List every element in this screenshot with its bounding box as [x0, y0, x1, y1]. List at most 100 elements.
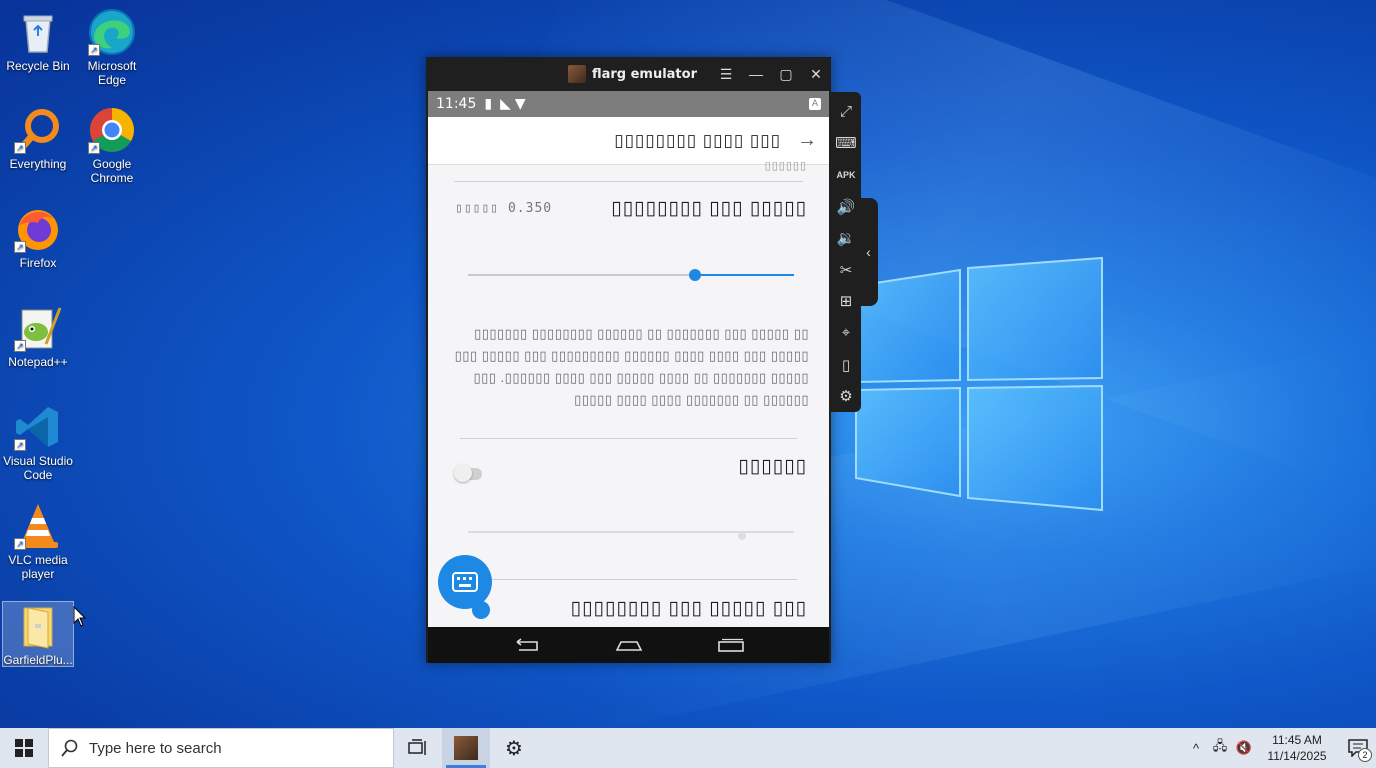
task-view-button[interactable] — [394, 728, 442, 768]
divider — [460, 438, 797, 439]
desktop-icon-label: Notepad++ — [8, 355, 68, 369]
emulator-logo-icon — [567, 65, 586, 83]
volume-up-icon[interactable]: 🔊 — [831, 191, 861, 223]
emulator-window[interactable]: flarg emulator ☰ — ▢ ✕ 11:45 ▮ ◣ ▼ A ▯▯▯… — [426, 57, 831, 663]
chrome-icon: ↗ — [88, 106, 136, 154]
settings-content[interactable]: ▯▯▯▯▯▯ ▯▯▯▯▯ 0.350 ▯▯▯▯▯▯▯▯ ▯▯▯ ▯▯▯▯▯ ▯▯… — [428, 160, 829, 627]
keyboard-icon[interactable]: ⌨ — [831, 128, 861, 160]
taskbar-emulator-app[interactable] — [442, 728, 490, 768]
network-icon[interactable]: 🖧 — [1208, 728, 1232, 768]
setting1-slider-fill — [695, 274, 794, 276]
desktop-icon-garfield-folder[interactable]: GarfieldPlu... — [2, 601, 74, 667]
setting1-slider-thumb[interactable] — [689, 269, 701, 281]
sidebar-collapse-chevron-icon[interactable]: ‹ — [859, 198, 878, 306]
desktop-icon-label: Google Chrome — [90, 157, 134, 185]
shortcut-arrow-icon: ↗ — [14, 340, 26, 352]
search-icon — [61, 739, 78, 757]
keyboard-icon — [452, 572, 478, 592]
notification-a-icon: A — [809, 98, 821, 110]
emulator-side-toolbar: ⤢ ⌨ APK 🔊 🔉 ✂ ⊞ ⌖ ▯ ⚙ — [831, 92, 861, 412]
subtitle-fragment: ▯▯▯▯▯▯ — [764, 160, 807, 172]
menu-icon[interactable]: ☰ — [711, 57, 741, 91]
desktop-icon-vlc[interactable]: ↗ VLC media player — [2, 502, 74, 581]
status-time: 11:45 — [436, 96, 477, 112]
emulator-app-icon — [454, 736, 478, 760]
shortcut-arrow-icon: ↗ — [88, 44, 100, 56]
desktop-icon-everything[interactable]: ↗ Everything — [2, 106, 74, 171]
back-arrow-icon[interactable]: → — [797, 129, 817, 152]
volume-down-icon[interactable]: 🔉 — [831, 222, 861, 254]
taskbar: Type here to search ⚙ ^ 🖧 🔇 11:45 AM 11/… — [0, 728, 1376, 768]
close-icon[interactable]: ✕ — [801, 57, 831, 91]
clock-time: 11:45 AM — [1272, 733, 1322, 747]
firefox-icon: ↗ — [14, 205, 62, 253]
taskbar-settings-app[interactable]: ⚙ — [490, 728, 538, 768]
desktop-icon-edge[interactable]: ↗ Microsoft Edge — [76, 8, 148, 87]
multi-instance-icon[interactable]: ⊞ — [831, 286, 861, 318]
desktop-icon-label: Recycle Bin — [6, 59, 70, 73]
divider — [454, 181, 803, 182]
emulator-title: flarg emulator — [591, 66, 697, 82]
shortcut-arrow-icon: ↗ — [14, 439, 26, 451]
maximize-icon[interactable]: ▢ — [771, 57, 801, 91]
setting2-title: ▯▯▯▯▯▯ — [738, 456, 807, 477]
wifi-icon: ▼ — [514, 96, 526, 112]
desktop-icon-notepadpp[interactable]: ↗ Notepad++ — [2, 304, 74, 369]
shortcut-arrow-icon: ↗ — [88, 142, 100, 154]
task-view-icon — [408, 739, 426, 755]
android-status-bar: 11:45 ▮ ◣ ▼ A — [428, 91, 829, 117]
setting2-toggle[interactable] — [454, 464, 482, 482]
desktop-icon-label: GarfieldPlu... — [3, 653, 73, 667]
volume-muted-icon[interactable]: 🔇 — [1232, 728, 1256, 768]
desktop-icon-label: Everything — [9, 157, 67, 171]
desktop-icon-label: Firefox — [19, 256, 57, 270]
everything-search-icon: ↗ — [14, 106, 62, 154]
start-button[interactable] — [0, 728, 48, 768]
emulator-title-bar[interactable]: flarg emulator ☰ — ▢ ✕ — [426, 57, 831, 91]
taskbar-clock[interactable]: 11:45 AM 11/14/2025 — [1262, 732, 1332, 764]
desktop-icon-vscode[interactable]: ↗ Visual Studio Code — [2, 403, 74, 482]
android-recents-icon[interactable] — [709, 635, 753, 655]
setting1-slider[interactable] — [468, 269, 794, 281]
desktop-icon-chrome[interactable]: ↗ Google Chrome — [76, 106, 148, 185]
battery-icon: ▮ — [484, 96, 493, 112]
shortcut-arrow-icon: ↗ — [14, 142, 26, 154]
recycle-bin-icon — [14, 8, 62, 56]
mouse-cursor-icon — [73, 606, 87, 627]
settings-icon[interactable]: ⚙ — [831, 380, 861, 412]
fullscreen-icon[interactable]: ⤢ — [831, 96, 861, 128]
desktop-icon-label: Visual Studio Code — [3, 454, 73, 482]
setting3-title: ▯▯▯▯▯▯▯▯ ▯▯▯ ▯▯▯▯▯ ▯▯▯ — [570, 598, 807, 619]
gear-icon: ⚙ — [505, 737, 523, 760]
desktop-icon-firefox[interactable]: ↗ Firefox — [2, 205, 74, 270]
windows-wallpaper-logo — [855, 256, 1103, 512]
search-placeholder: Type here to search — [89, 739, 222, 757]
setting-description: ▯▯▯▯▯▯▯ ▯▯▯▯▯▯▯▯ ▯▯▯▯▯▯ ▯▯ ▯▯▯▯▯▯▯ ▯▯▯ ▯… — [454, 326, 809, 407]
vlc-icon: ↗ — [14, 502, 62, 550]
desktop-icon-label: Microsoft Edge — [87, 59, 137, 87]
android-screen[interactable]: 11:45 ▮ ◣ ▼ A ▯▯▯▯▯▯▯▯ ▯▯▯▯ ▯▯▯ → ▯▯▯▯▯▯… — [428, 91, 829, 627]
notification-center-button[interactable]: 2 — [1340, 728, 1376, 768]
location-icon[interactable]: ⌖ — [831, 317, 861, 349]
android-back-icon[interactable] — [505, 635, 549, 655]
shake-icon[interactable]: ▯ — [831, 349, 861, 381]
android-home-icon[interactable] — [607, 635, 651, 655]
minimize-icon[interactable]: — — [741, 57, 771, 91]
notification-count-badge: 2 — [1358, 748, 1372, 762]
screenshot-cut-icon[interactable]: ✂ — [831, 254, 861, 286]
system-tray: ^ 🖧 🔇 11:45 AM 11/14/2025 2 — [1184, 728, 1376, 768]
divider — [488, 579, 797, 580]
folder-icon — [14, 602, 62, 650]
edge-icon: ↗ — [88, 8, 136, 56]
android-nav-bar — [428, 627, 829, 663]
app-title: ▯▯▯▯▯▯▯▯ ▯▯▯▯ ▯▯▯ — [614, 130, 781, 150]
app-bar: ▯▯▯▯▯▯▯▯ ▯▯▯▯ ▯▯▯ → — [428, 117, 829, 165]
chevron-up-icon[interactable]: ^ — [1184, 728, 1208, 768]
setting2-toggle-thumb — [454, 464, 472, 482]
setting2-slider-thumb[interactable] — [738, 532, 746, 540]
taskbar-search-box[interactable]: Type here to search — [48, 728, 394, 768]
vscode-icon: ↗ — [14, 403, 62, 451]
notepadpp-icon: ↗ — [14, 304, 62, 352]
desktop-icon-recycle-bin[interactable]: Recycle Bin — [2, 8, 74, 73]
apk-install-icon[interactable]: APK — [831, 159, 861, 191]
